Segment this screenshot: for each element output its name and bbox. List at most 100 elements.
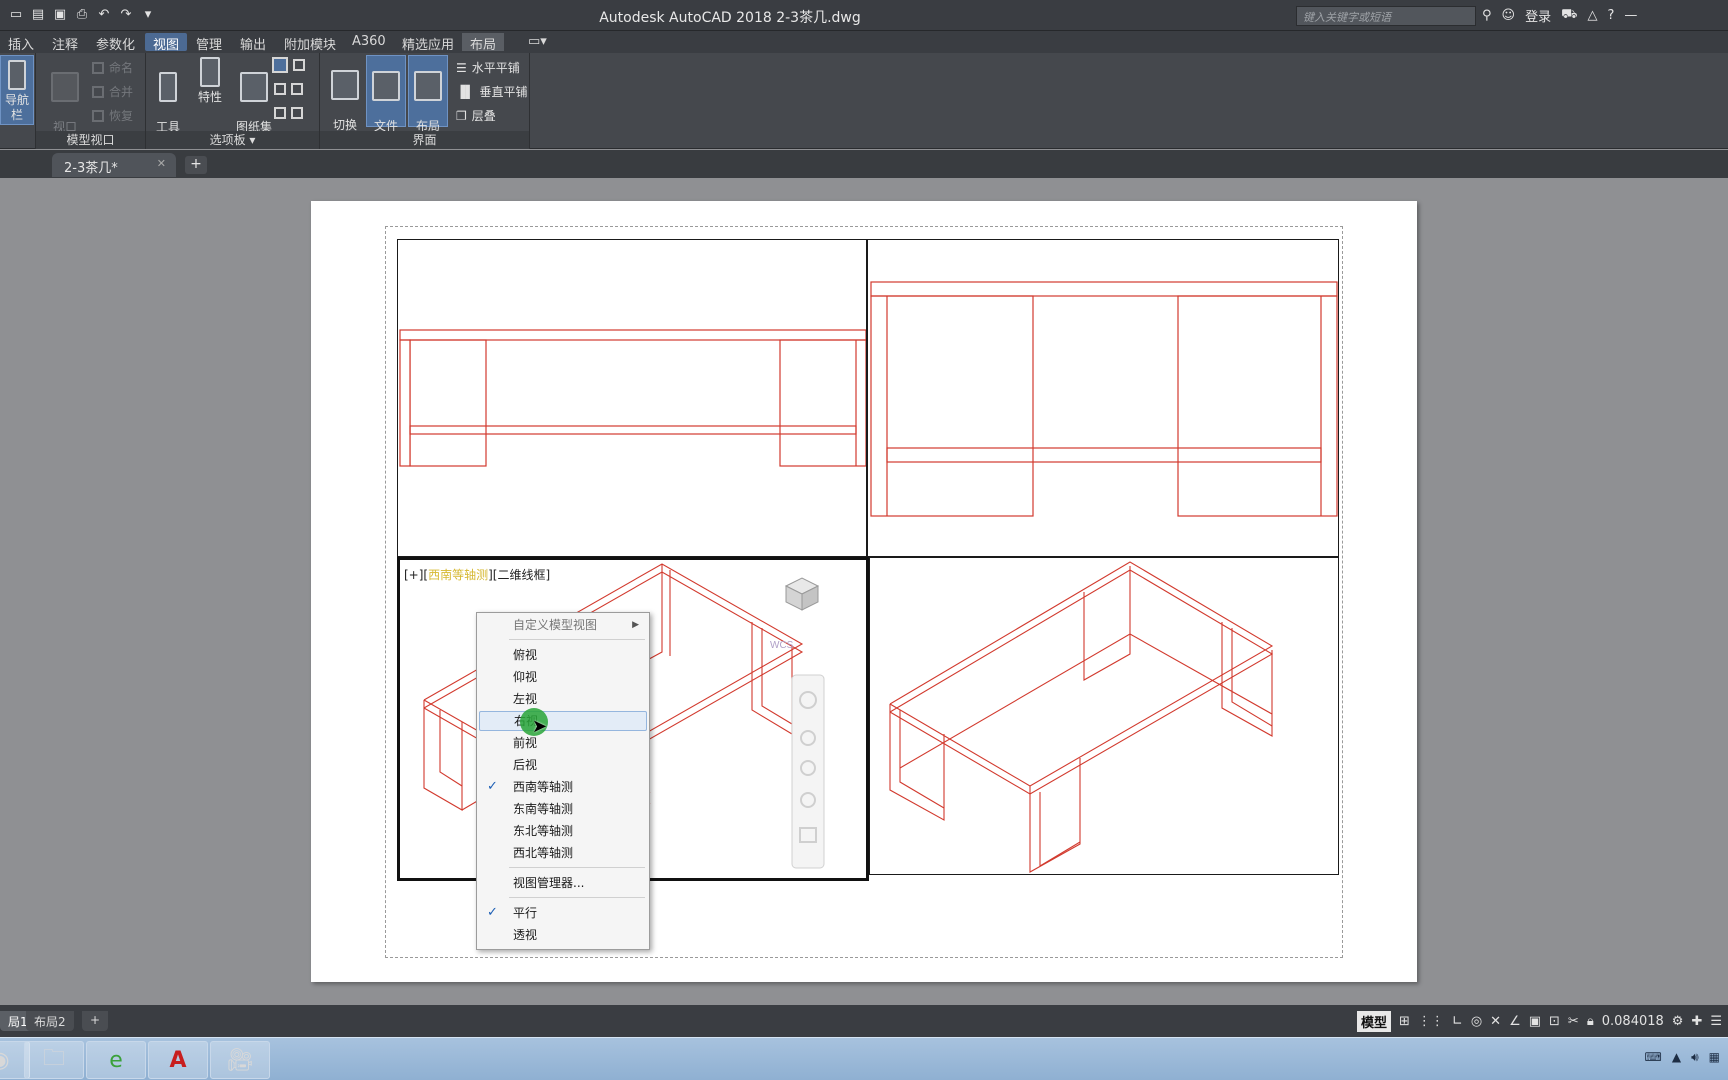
tools-icon[interactable]: ✂ [1568,1014,1579,1029]
menu-item-back[interactable]: 后视 [479,755,647,775]
menu-item-sw-isometric[interactable]: ✓ 西南等轴测 [479,777,647,797]
model-space-button[interactable]: 模型 [1356,1011,1391,1032]
palette-small-2[interactable] [274,83,303,95]
wcs-label[interactable]: WCS [770,640,794,651]
lock-icon[interactable]: 🔒︎ [1587,1014,1594,1029]
print-icon[interactable]: ⎙ [74,7,90,23]
undo-icon[interactable]: ↶ [96,7,112,23]
menu-item-bottom[interactable]: 仰视 [479,667,647,687]
cascade-button[interactable]: ❐ 层叠 [456,107,496,124]
ortho-icon[interactable]: ∟ [1452,1014,1463,1029]
tab-view[interactable]: 视图 [145,33,188,53]
menu-custom-model-views[interactable]: 自定义模型视图 ▶ [479,615,647,635]
tile-vertical-button[interactable]: ▐▌ 垂直平铺 [456,83,527,100]
restore-viewport-button[interactable]: 恢复 [92,107,133,124]
new-tab-button[interactable]: + [185,156,207,174]
properties-button[interactable]: 特性 [192,57,228,105]
scale-value[interactable]: 0.084018 [1602,1014,1664,1029]
join-viewport-button[interactable]: 合并 [92,83,133,100]
search-input[interactable]: 键入关键字或短语 [1296,6,1476,26]
sheetset-icon [240,72,268,102]
nav-bar-label: 导航栏 [4,93,29,122]
menu-item-nw-isometric[interactable]: 西北等轴测 [479,843,647,863]
iso-2-drawing [889,561,1274,873]
document-tab[interactable]: 2-3茶几* ✕ [52,153,176,177]
binoculars-icon[interactable]: ⚲ [1482,8,1492,23]
tab-a360[interactable]: A360 [344,33,394,51]
viewport-side[interactable] [867,239,1339,557]
tab-manage[interactable]: 管理 [188,33,230,53]
navigation-bar[interactable] [791,674,825,869]
customize-qat-icon[interactable]: ▾ [140,7,156,23]
autocad-icon[interactable]: A [148,1041,208,1079]
add-layout-button[interactable]: + [82,1011,109,1031]
keyboard-icon[interactable]: ⌨ [1645,1050,1662,1065]
tab-options-dropdown[interactable]: ▭▾ [520,33,555,51]
palette-small-1[interactable] [272,57,305,73]
explorer-icon[interactable]: 🗀 [24,1041,84,1079]
menu-item-top[interactable]: 俯视 [479,645,647,665]
menu-item-ne-isometric[interactable]: 东北等轴测 [479,821,647,841]
customize-icon[interactable]: ☰ [1710,1014,1722,1029]
gear-icon[interactable]: ⚙ [1672,1014,1684,1029]
autodesk-icon[interactable]: △ [1587,8,1597,23]
vp-label-suffix[interactable]: ][二维线框] [488,568,550,582]
tile-horizontal-button[interactable]: ☰ 水平平铺 [456,59,520,76]
redo-icon[interactable]: ↷ [118,7,134,23]
palette-small-icon-6 [291,107,303,119]
browser-icon[interactable]: e [86,1041,146,1079]
menu-item-front[interactable]: 前视 [479,733,647,753]
close-tab-icon[interactable]: ✕ [157,157,166,170]
help-icon[interactable]: ? [1607,8,1614,23]
properties-icon [200,57,220,87]
menu-item-parallel[interactable]: ✓ 平行 [479,903,647,923]
nav-bar-button[interactable]: 导航栏 [0,55,34,125]
tab-annotate[interactable]: 注释 [44,33,86,53]
tab-featured-apps[interactable]: 精选应用 [394,33,462,53]
tab-output[interactable]: 输出 [232,33,274,53]
vp-label-view[interactable]: 西南等轴测 [428,568,488,582]
new-file-icon[interactable]: ▭ [8,7,24,23]
panel-model-viewports: 视口 配置 命名 合并 恢复 模型视口 [36,53,146,149]
polar-icon[interactable]: ◎ [1471,1014,1482,1029]
menu-item-view-manager[interactable]: 视图管理器... [479,873,647,893]
network-icon[interactable]: ▦ [1709,1050,1720,1065]
palettes-panel-title[interactable]: 选项板 ▾ [146,131,319,149]
menu-item-se-isometric[interactable]: 东南等轴测 [479,799,647,819]
viewport-iso-2[interactable] [869,557,1339,875]
layout-tab-2[interactable]: 布局2 [26,1011,74,1031]
snap-icon[interactable]: ⋮⋮ [1418,1014,1444,1029]
volume-icon[interactable]: 🔊︎ [1691,1050,1699,1065]
named-viewport-button[interactable]: 命名 [92,59,133,76]
document-tab-bar: 2-3茶几* ✕ + [0,150,1728,178]
tab-addins[interactable]: 附加模块 [276,33,344,53]
plus-icon[interactable]: ✚ [1691,1014,1702,1029]
viewport-controls-label[interactable]: [+][西南等轴测][二维线框] [404,566,550,583]
file-tabs-button[interactable]: 文件 选项卡 [366,55,406,148]
save-icon[interactable]: ▣ [52,7,68,23]
angle-icon[interactable]: ∠ [1509,1014,1521,1029]
login-button[interactable]: 登录 [1525,6,1551,25]
navbar-icon [8,60,26,90]
menu-item-right[interactable]: 右视 [479,711,647,731]
osnap-icon[interactable]: ✕ [1490,1014,1501,1029]
menu-item-left[interactable]: 左视 [479,689,647,709]
open-icon[interactable]: ▤ [30,7,46,23]
tray-arrow-icon[interactable]: ▲ [1672,1050,1681,1065]
annotation-icon[interactable]: ▣ [1529,1014,1541,1029]
tab-layout[interactable]: 布局 [462,33,505,53]
minimize-icon[interactable]: — [1624,8,1637,23]
cart-icon[interactable]: ⛟ [1561,7,1577,24]
screen-recorder-icon[interactable]: 🎥︎ [210,1041,270,1079]
menu-item-perspective[interactable]: 透视 [479,925,647,945]
scale-icon[interactable]: ⊡ [1549,1014,1560,1029]
tab-insert[interactable]: 插入 [0,33,42,53]
viewport-front[interactable] [397,239,867,557]
layout-tabs-button[interactable]: 布局 选项卡 [408,55,448,148]
viewcube-icon[interactable] [784,577,820,611]
drawing-canvas[interactable]: WCS [+][西南等轴测][二维线框] [0,178,1728,1005]
tab-parametric[interactable]: 参数化 [88,33,143,53]
menu-item-label: 后视 [513,758,538,772]
grid-icon[interactable]: ⊞ [1399,1014,1410,1029]
palette-small-3[interactable] [274,107,303,119]
